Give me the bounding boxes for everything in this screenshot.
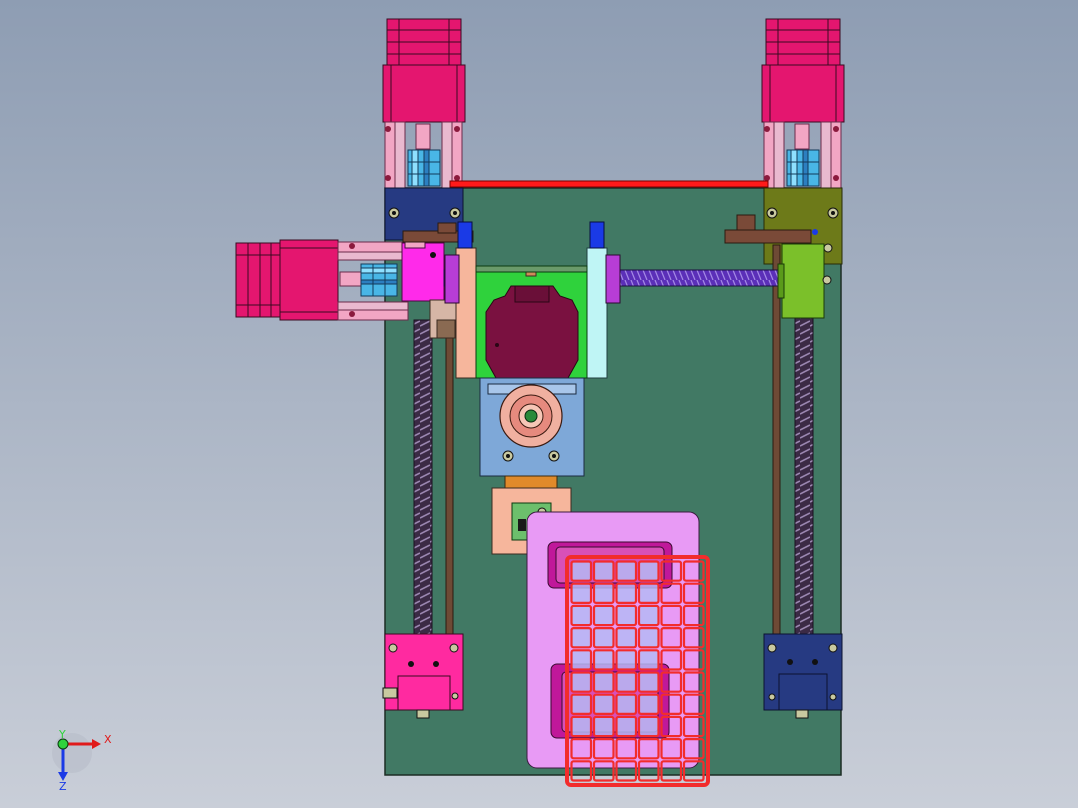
tube-rack-slot[interactable]: [592, 693, 615, 716]
gear-motor: [485, 285, 579, 379]
tube-rack-slot[interactable]: [570, 560, 593, 582]
tube-rack-slot[interactable]: [637, 626, 660, 649]
tube-rack-slot[interactable]: [570, 715, 593, 738]
spindle-mount: [479, 377, 585, 477]
tube-rack-slot[interactable]: [637, 693, 660, 716]
right-lead-screw: [794, 317, 814, 674]
tube-rack-slot[interactable]: [637, 560, 660, 582]
tube-rack-slot[interactable]: [570, 604, 593, 627]
triad-y-label: Y: [58, 728, 66, 741]
x-motor-coupling: [360, 263, 398, 297]
right-cross-arm: [724, 229, 812, 244]
left-z-coupling: [407, 149, 441, 187]
left-z-motor[interactable]: [382, 18, 466, 123]
right-cross-arm-post: [736, 214, 756, 231]
tube-rack-slot[interactable]: [637, 582, 660, 605]
right-z-coupling: [786, 149, 820, 187]
tube-rack-slot[interactable]: [570, 649, 593, 671]
tube-rack-slot[interactable]: [615, 649, 638, 671]
right-bottom-bearing-block: [763, 633, 843, 719]
right-guide-rail: [772, 244, 781, 691]
left-guide-rail: [445, 304, 454, 691]
tube-rack-slot[interactable]: [615, 582, 638, 605]
tube-rack-slot[interactable]: [570, 582, 593, 605]
triad-x-label: X: [104, 733, 112, 746]
cad-viewport[interactable]: X Y Z: [0, 0, 1078, 808]
tube-rack-slot[interactable]: [570, 693, 593, 716]
tube-rack-slot[interactable]: [615, 560, 638, 582]
tube-rack-slot[interactable]: [637, 649, 660, 671]
left-cross-arm-post: [437, 222, 457, 234]
left-bottom-bearing-block: [382, 633, 464, 719]
tube-rack-slot[interactable]: [592, 560, 615, 582]
right-z-motor[interactable]: [761, 18, 845, 123]
x-axis-motor[interactable]: [235, 239, 339, 321]
tube-rack-slot[interactable]: [615, 626, 638, 649]
tube-rack-slot[interactable]: [615, 693, 638, 716]
tube-rack-slot[interactable]: [592, 649, 615, 671]
top-cross-bar: [449, 180, 769, 188]
tube-rack-slot[interactable]: [592, 604, 615, 627]
x-end-block-magenta: [401, 237, 445, 302]
tube-rack-slot[interactable]: [637, 715, 660, 738]
tube-rack-slot[interactable]: [570, 671, 593, 693]
tube-rack-slot[interactable]: [637, 604, 660, 627]
triad-z-label: Z: [59, 780, 67, 793]
tube-rack-slot[interactable]: [570, 626, 593, 649]
tube-rack-slot[interactable]: [592, 582, 615, 605]
left-lead-screw: [413, 319, 433, 676]
tube-rack-slot[interactable]: [615, 671, 638, 693]
tube-rack-slot[interactable]: [615, 715, 638, 738]
tube-rack-slot[interactable]: [592, 671, 615, 693]
tube-rack-slot[interactable]: [615, 604, 638, 627]
tube-rack-slot[interactable]: [592, 715, 615, 738]
tube-rack-slot[interactable]: [637, 671, 660, 693]
tube-rack-slot[interactable]: [592, 626, 615, 649]
